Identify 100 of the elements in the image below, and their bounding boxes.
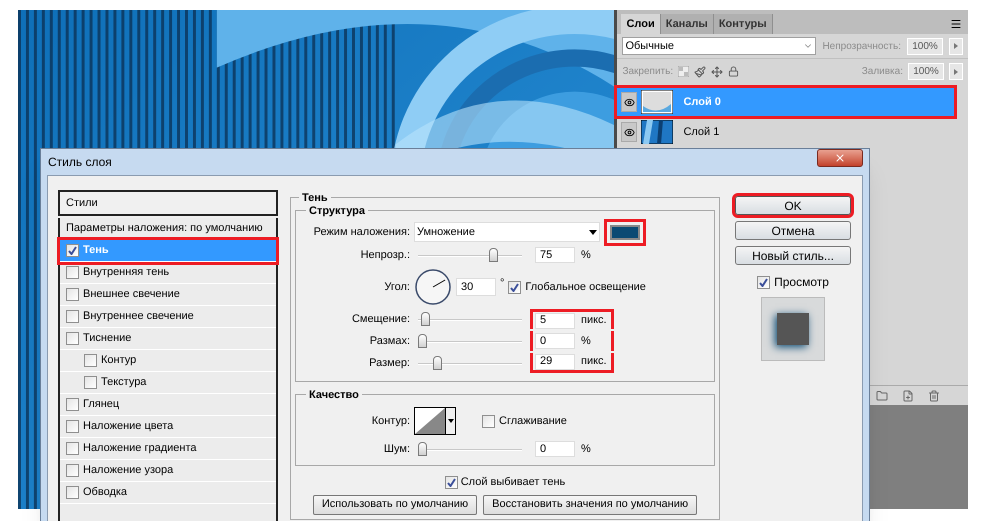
style-label: Текстура [101,375,146,390]
layer-row[interactable]: Слой 1 [617,118,954,146]
slider[interactable] [418,442,522,456]
unit-label: % [581,442,591,457]
checkbox[interactable] [444,476,458,489]
field-label: Шум: [382,442,410,457]
lock-transparency-icon[interactable] [678,66,690,77]
value-field[interactable]: 29 [535,354,575,370]
caret-icon [448,419,454,423]
layer-name: Слой 1 [682,124,720,140]
field-label: Угол: [383,280,410,295]
checkbox[interactable] [66,244,79,257]
opacity-field[interactable]: 100% [907,38,943,54]
style-label: Внешнее свечение [83,287,180,302]
style-item[interactable]: Контур [60,350,276,371]
new-layer-icon[interactable] [902,390,914,402]
checkbox[interactable] [66,398,79,411]
slider[interactable] [418,312,522,326]
blend-mode-dropdown[interactable]: Умножение [414,222,600,242]
angle-field[interactable]: 30 [456,278,496,296]
dialog-button[interactable]: OK [735,196,851,215]
unit-label: % [581,248,591,263]
style-label: Внутреннее свечение [83,309,194,324]
style-item[interactable]: Обводка [60,482,276,503]
dialog-button[interactable]: Новый стиль... [735,246,851,265]
arrow-button[interactable] [949,63,963,80]
style-item[interactable]: Внутреннее свечение [60,306,276,327]
checkbox[interactable] [757,276,770,288]
arrow-icon [954,43,958,49]
checkbox[interactable] [66,442,79,455]
slider-thumb[interactable] [489,248,498,262]
brush-icon[interactable] [694,66,706,78]
color-swatch[interactable] [610,224,640,240]
style-item[interactable]: Наложение цвета [60,416,276,437]
folder-icon[interactable] [876,390,888,402]
field-label: Смещение: [350,312,410,327]
style-item[interactable]: Внешнее свечение [60,284,276,305]
eye-icon[interactable] [624,96,635,108]
blend-options-item[interactable]: Параметры наложения: по умолчанию [66,220,263,237]
checkbox[interactable] [508,280,522,294]
style-item[interactable]: Наложение узора [60,460,276,481]
eye-icon[interactable] [624,126,635,138]
panel-tab[interactable]: Слои [621,14,661,34]
value-field[interactable]: 75 [535,247,575,263]
styles-header: Стили [58,190,278,216]
slider[interactable] [418,356,522,370]
slider-thumb[interactable] [418,334,427,348]
style-label: Глянец [83,397,120,412]
default-button[interactable]: Восстановить значения по умолчанию [483,494,698,514]
style-label: Контур [101,353,136,368]
layer-thumbnail [641,120,674,144]
style-label: Наложение цвета [83,419,174,434]
style-label: Тиснение [83,331,132,346]
slider[interactable] [418,334,522,348]
style-item[interactable]: Текстура [60,372,276,393]
move-icon[interactable] [711,66,724,78]
style-item[interactable]: Тиснение [60,328,276,349]
lock-icon[interactable] [728,66,740,77]
checkbox[interactable] [66,310,79,323]
checkbox-label: Просмотр [774,274,829,291]
preview-thumbnail [761,297,825,361]
panel-tab[interactable]: Контуры [714,14,773,34]
style-item[interactable]: Наложение градиента [60,438,276,459]
default-button[interactable]: Использовать по умолчанию [312,494,478,514]
checkbox[interactable] [66,486,79,499]
field-label: Размер: [368,356,410,371]
style-item[interactable]: Внутренняя тень [60,262,276,283]
arrow-button[interactable] [949,38,963,54]
slider-thumb[interactable] [420,312,430,326]
contour-curve-icon [415,408,445,434]
style-label: Обводка [83,485,128,500]
blend-mode-dropdown[interactable]: Обычные [622,37,816,55]
trash-icon[interactable] [928,390,940,402]
panel-menu-icon[interactable] [950,18,962,30]
value-field[interactable]: 0 [535,441,575,457]
contour-picker[interactable] [414,407,456,435]
checkbox[interactable] [482,414,495,428]
close-button[interactable] [817,149,863,167]
panel-tab[interactable]: Каналы [660,14,714,34]
style-item[interactable]: Глянец [60,394,276,415]
unit-label: пикс. [581,354,607,370]
checkbox[interactable] [66,420,79,433]
opacity-label: Непрозрачность: [822,40,901,54]
slider-thumb[interactable] [433,356,442,370]
checkbox[interactable] [84,376,97,389]
unit-label: % [581,334,591,349]
checkbox-label: Сглаживание [499,414,567,429]
checkbox[interactable] [84,354,97,367]
value-field[interactable]: 0 [535,333,575,349]
checkbox[interactable] [66,464,79,477]
arrow-icon [954,68,958,74]
checkbox[interactable] [66,266,79,279]
dialog-button[interactable]: Отмена [735,221,851,240]
checkbox[interactable] [66,332,79,345]
angle-dial[interactable] [414,268,452,306]
checkbox[interactable] [66,288,79,301]
slider[interactable] [418,248,522,262]
fill-field[interactable]: 100% [908,63,944,80]
value-field[interactable]: 5 [535,312,575,328]
slider-thumb[interactable] [418,442,427,456]
